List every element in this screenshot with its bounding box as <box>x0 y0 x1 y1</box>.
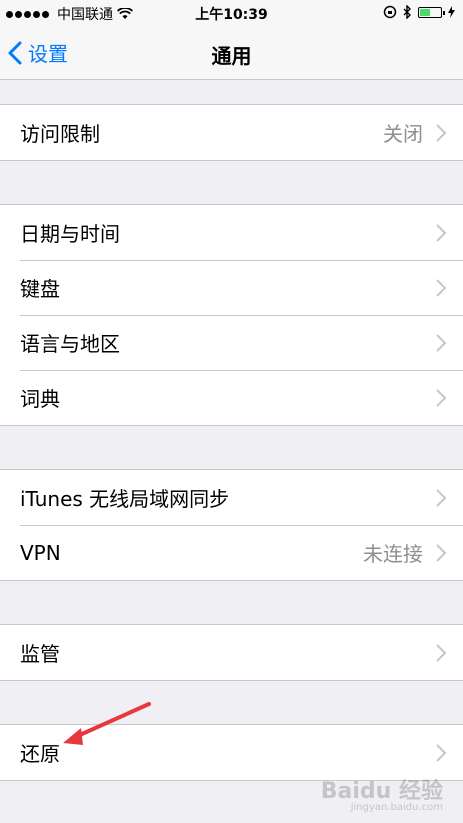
status-right <box>383 5 455 19</box>
row-keyboard[interactable]: 键盘 <box>0 260 463 315</box>
row-label: iTunes 无线局域网同步 <box>20 487 230 511</box>
chevron-right-icon <box>436 223 447 242</box>
row-label: 监管 <box>20 642 60 666</box>
row-date-time[interactable]: 日期与时间 <box>0 205 463 260</box>
row-dictionary[interactable]: 词典 <box>0 370 463 425</box>
row-label: 语言与地区 <box>20 332 120 356</box>
charging-icon <box>448 6 455 18</box>
row-restrictions[interactable]: 访问限制 关闭 <box>0 105 463 160</box>
row-value: 关闭 <box>383 122 423 146</box>
row-vpn[interactable]: VPN 未连接 <box>0 525 463 580</box>
row-label: 访问限制 <box>20 122 100 146</box>
settings-group-restrictions: 访问限制 关闭 <box>0 104 463 161</box>
watermark: Baidu 经验 jingyan.baidu.com <box>321 781 443 813</box>
annotation-arrow-icon <box>63 702 151 745</box>
chevron-right-icon <box>436 333 447 352</box>
status-bar: 中国联通 上午10:39 <box>0 0 463 26</box>
settings-list: 访问限制 关闭 日期与时间 键盘 语言与地区 词典 iTunes 无线局域网同步 <box>0 80 463 781</box>
settings-group-supervision: 监管 <box>0 624 463 681</box>
settings-group-general: 日期与时间 键盘 语言与地区 词典 <box>0 204 463 426</box>
row-label: VPN <box>20 540 61 565</box>
chevron-right-icon <box>436 743 447 762</box>
chevron-right-icon <box>436 388 447 407</box>
chevron-right-icon <box>436 643 447 662</box>
row-language-region[interactable]: 语言与地区 <box>0 315 463 370</box>
settings-group-sync: iTunes 无线局域网同步 VPN 未连接 <box>0 469 463 581</box>
row-itunes-wifi-sync[interactable]: iTunes 无线局域网同步 <box>0 470 463 525</box>
navigation-bar: 设置 通用 <box>0 26 463 80</box>
row-value: 未连接 <box>363 542 423 566</box>
chevron-right-icon <box>436 278 447 297</box>
watermark-url: jingyan.baidu.com <box>350 802 443 813</box>
row-supervision[interactable]: 监管 <box>0 625 463 680</box>
bluetooth-icon <box>403 5 411 19</box>
page-title: 通用 <box>211 44 252 68</box>
orientation-lock-icon <box>383 5 397 19</box>
row-label: 日期与时间 <box>20 222 120 246</box>
watermark-brand: Baidu 经验 <box>320 779 443 804</box>
chevron-right-icon <box>436 123 447 142</box>
chevron-right-icon <box>436 543 447 562</box>
chevron-right-icon <box>436 488 447 507</box>
row-label: 词典 <box>20 387 60 411</box>
row-label: 键盘 <box>20 277 60 301</box>
battery-icon <box>418 6 445 18</box>
